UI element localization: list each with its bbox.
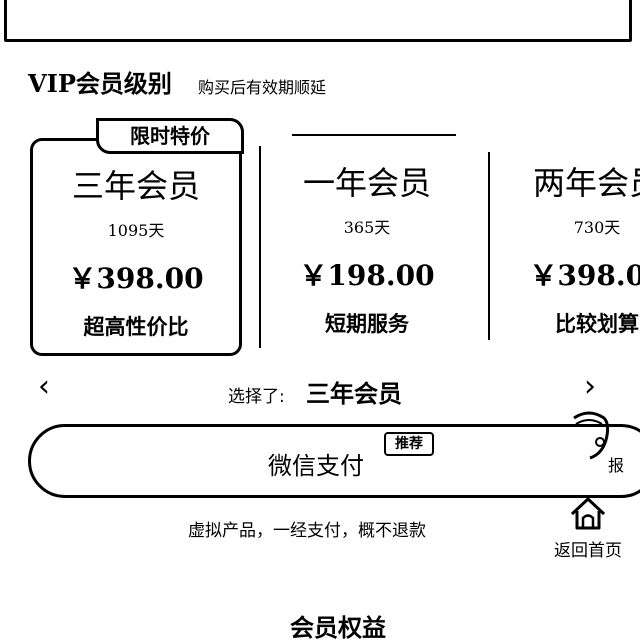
recommended-tag: 推荐 <box>384 432 434 456</box>
section-subtitle: 购买后有效期顺延 <box>198 78 327 97</box>
top-panel <box>4 0 632 42</box>
plan-name: 三年会员 <box>71 167 200 205</box>
plan-price: ￥398.00 <box>68 262 204 295</box>
card-divider <box>259 146 261 348</box>
plan-name: 一年会员 <box>302 164 431 202</box>
card-divider <box>488 152 490 340</box>
plan-price: ￥398.00 <box>529 259 640 292</box>
wechat-pay-label: 微信支付 <box>268 452 364 480</box>
chevron-left-icon[interactable]: ‹ <box>38 370 50 404</box>
customer-service-icon[interactable] <box>566 410 612 468</box>
selection-label: 选择了: <box>228 387 285 407</box>
plan-desc: 比较划算 <box>555 312 639 336</box>
chevron-right-icon[interactable]: › <box>584 370 596 404</box>
side-text: 报 <box>608 456 625 475</box>
plan-price: ￥198.00 <box>299 259 435 292</box>
home-icon <box>570 497 606 530</box>
card-top-divider <box>292 134 456 136</box>
plan-card-one-year[interactable]: 一年会员 365天 ￥198.00 短期服务 <box>262 138 472 356</box>
plan-days: 730天 <box>573 218 621 237</box>
plan-days: 1095天 <box>107 221 165 240</box>
section-title: VIP会员级别 <box>28 69 172 98</box>
limited-offer-badge: 限时特价 <box>96 118 244 154</box>
return-home-button[interactable]: 返回首页 <box>548 494 628 561</box>
plan-card-three-year[interactable]: 三年会员 1095天 ￥398.00 超高性价比 <box>30 138 242 356</box>
bottom-heading: 会员权益 <box>290 614 386 642</box>
plan-desc: 短期服务 <box>325 312 409 336</box>
plan-desc: 超高性价比 <box>83 315 189 339</box>
selection-value: 三年会员 <box>306 380 402 408</box>
return-home-label: 返回首页 <box>554 541 622 561</box>
plan-card-two-year[interactable]: 两年会员 730天 ￥398.00 比较划算 <box>492 138 640 356</box>
refund-note: 虚拟产品，一经支付，概不退款 <box>188 521 426 541</box>
plan-days: 365天 <box>343 218 391 237</box>
plan-name: 两年会员 <box>532 164 640 202</box>
